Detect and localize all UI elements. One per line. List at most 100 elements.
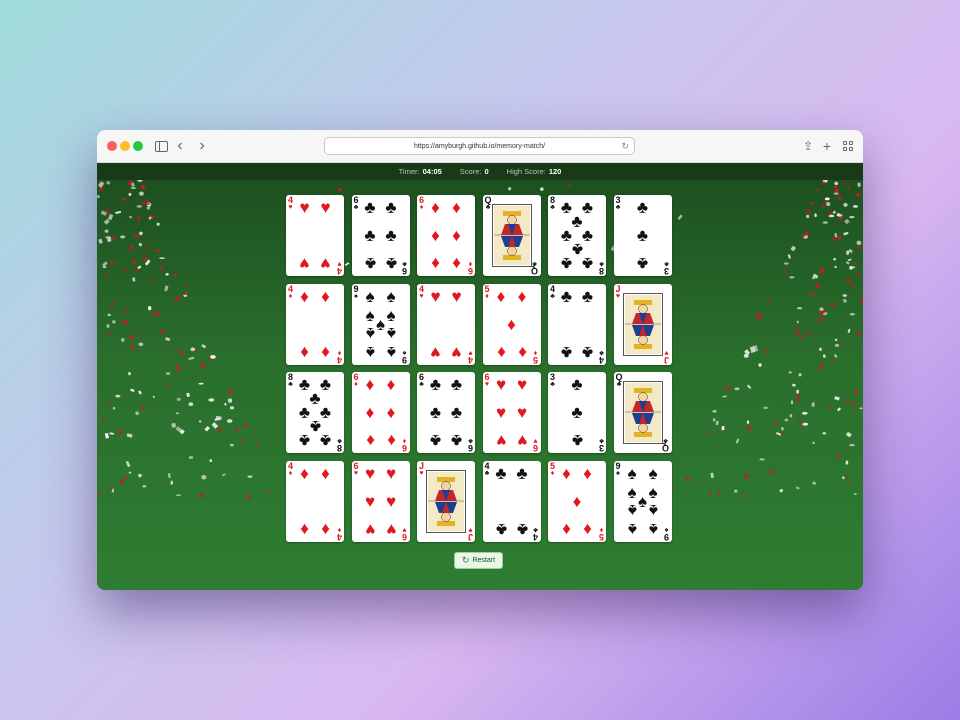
card[interactable]: 8 ♣ 8 ♣ ♣ ♣ ♣ ♣ ♣ ♣ ♣ ♣	[548, 195, 606, 276]
confetti-piece	[843, 231, 849, 236]
card-corner-index: 4 ♥	[288, 196, 293, 212]
confetti-piece	[841, 476, 845, 480]
diamonds-pip-icon: ♦	[517, 286, 527, 306]
card[interactable]: J ♥ J ♥	[613, 283, 672, 365]
zoom-window-button[interactable]	[133, 141, 143, 151]
confetti-piece	[141, 184, 146, 190]
card[interactable]: 4 ♣ 4 ♣ ♣ ♣ ♣ ♣	[482, 460, 541, 542]
card[interactable]: 4 ♥ 4 ♥ ♥ ♥ ♥ ♥	[417, 283, 475, 365]
confetti-piece	[119, 480, 124, 485]
card[interactable]: 5 ♦ 5 ♦ ♦ ♦ ♦ ♦ ♦	[548, 460, 606, 542]
tab-overview-icon[interactable]	[840, 138, 856, 154]
confetti-piece	[758, 363, 762, 367]
address-bar[interactable]: https://amyburgh.github.io/memory-match/…	[324, 137, 635, 155]
confetti-piece	[801, 233, 807, 238]
card-corner-index: 4 ♥	[419, 284, 424, 301]
chevron-left-icon[interactable]: ‹	[172, 138, 188, 154]
card[interactable]: 6 ♦ 6 ♦ ♦ ♦ ♦ ♦ ♦ ♦	[351, 372, 410, 453]
confetti-piece	[849, 443, 855, 447]
close-window-button[interactable]	[107, 141, 117, 151]
spades-pip-icon: ♠	[365, 323, 375, 343]
confetti-piece	[792, 325, 798, 327]
spades-pip-icon: ♠	[386, 323, 396, 343]
clubs-pip-icon: ♣	[364, 254, 376, 273]
card[interactable]: 6 ♣ 6 ♣ ♣ ♣ ♣ ♣ ♣ ♣	[417, 372, 475, 453]
confetti-piece	[97, 184, 103, 190]
confetti-piece	[779, 488, 784, 493]
card[interactable]: 6 ♦ 6 ♦ ♦ ♦ ♦ ♦ ♦ ♦	[417, 195, 475, 276]
confetti-piece	[677, 214, 683, 221]
diamonds-suit-icon: ♦	[419, 204, 424, 211]
confetti-piece	[142, 484, 147, 488]
chevron-right-icon[interactable]: ›	[194, 138, 210, 154]
confetti-piece	[103, 218, 110, 225]
card-rank: 3	[598, 443, 604, 453]
card[interactable]: 6 ♣ 6 ♣ ♣ ♣ ♣ ♣ ♣ ♣	[351, 195, 410, 276]
confetti-piece	[156, 310, 161, 314]
clubs-pip-icon: ♣	[364, 198, 376, 217]
card[interactable]: 6 ♥ 6 ♥ ♥ ♥ ♥ ♥ ♥ ♥	[482, 372, 541, 453]
confetti-piece	[844, 399, 851, 403]
confetti-piece	[802, 235, 808, 239]
card[interactable]: 4 ♥ 4 ♥ ♥ ♥ ♥ ♥	[286, 195, 344, 276]
confetti-piece	[229, 406, 235, 410]
card[interactable]: 9 ♠ 9 ♠ ♠ ♠ ♠ ♠ ♠ ♠ ♠ ♠ ♠	[613, 460, 672, 542]
clubs-suit-icon: ♣	[599, 437, 604, 444]
card-corner-index: J ♥	[616, 284, 621, 301]
confetti-piece	[821, 180, 826, 185]
card-corner-index: 6 ♥	[533, 436, 538, 453]
card-rank: 3	[664, 266, 670, 276]
card[interactable]: Q ♣ Q ♣	[613, 372, 672, 453]
confetti-piece	[764, 350, 769, 354]
diamonds-pip-icon: ♦	[452, 198, 461, 217]
restart-button[interactable]: ↻ Restart	[454, 552, 503, 569]
share-icon[interactable]: ⇪	[800, 138, 816, 154]
clubs-pip-icon: ♣	[450, 375, 463, 394]
spades-pip-icon: ♠	[365, 286, 375, 306]
confetti-piece	[142, 250, 146, 254]
confetti-piece	[822, 312, 828, 316]
diamonds-pip-icon: ♦	[583, 463, 592, 483]
clubs-suit-icon: ♣	[485, 204, 491, 211]
card[interactable]: J ♥ J ♥	[417, 460, 475, 542]
plus-icon[interactable]: +	[819, 138, 835, 154]
card-rank: 8	[336, 443, 342, 453]
confetti-piece	[824, 179, 828, 182]
confetti-piece	[102, 266, 107, 268]
card[interactable]: 4 ♣ 4 ♣ ♣ ♣ ♣ ♣	[548, 283, 606, 365]
card[interactable]: 4 ♦ 4 ♦ ♦ ♦ ♦ ♦	[286, 283, 344, 365]
card[interactable]: 8 ♣ 8 ♣ ♣ ♣ ♣ ♣ ♣ ♣ ♣ ♣	[286, 372, 344, 453]
confetti-piece	[812, 481, 817, 486]
card-rank: 4	[598, 354, 604, 365]
hearts-pip-icon: ♥	[385, 491, 397, 511]
confetti-piece	[775, 431, 782, 436]
clubs-pip-icon: ♣	[560, 254, 573, 273]
confetti-piece	[811, 402, 815, 407]
card-rank: 5	[533, 354, 539, 365]
confetti-piece	[174, 365, 181, 371]
card[interactable]: 9 ♠ 9 ♠ ♠ ♠ ♠ ♠ ♠ ♠ ♠ ♠ ♠	[351, 283, 410, 365]
score: Score: 0	[460, 167, 489, 176]
confetti-piece	[171, 422, 177, 428]
sidebar-icon[interactable]	[153, 138, 169, 154]
reload-icon[interactable]: ↻	[621, 141, 629, 152]
confetti-piece	[201, 344, 207, 349]
card[interactable]: 3 ♣ 3 ♣ ♣ ♣ ♣	[613, 195, 672, 276]
card[interactable]: Q ♣ Q ♣	[482, 195, 541, 276]
clubs-pip-icon: ♣	[495, 463, 507, 483]
card-corner-index: 4 ♥	[468, 348, 473, 365]
confetti-piece	[127, 371, 132, 376]
card[interactable]: 5 ♦ 5 ♦ ♦ ♦ ♦ ♦ ♦	[482, 283, 541, 365]
confetti-piece	[837, 195, 842, 200]
clubs-pip-icon: ♣	[516, 463, 528, 483]
card[interactable]: 4 ♦ 4 ♦ ♦ ♦ ♦ ♦	[286, 460, 344, 542]
confetti-piece	[815, 283, 821, 289]
minimize-window-button[interactable]	[120, 141, 130, 151]
card-rank: 6	[467, 266, 473, 276]
hearts-pip-icon: ♥	[320, 254, 331, 273]
confetti-piece	[855, 332, 861, 335]
card-rank: 6	[402, 266, 408, 276]
confetti-piece	[173, 273, 178, 277]
card[interactable]: 6 ♥ 6 ♥ ♥ ♥ ♥ ♥ ♥ ♥	[351, 460, 410, 542]
card[interactable]: 3 ♣ 3 ♣ ♣ ♣ ♣	[548, 372, 606, 453]
